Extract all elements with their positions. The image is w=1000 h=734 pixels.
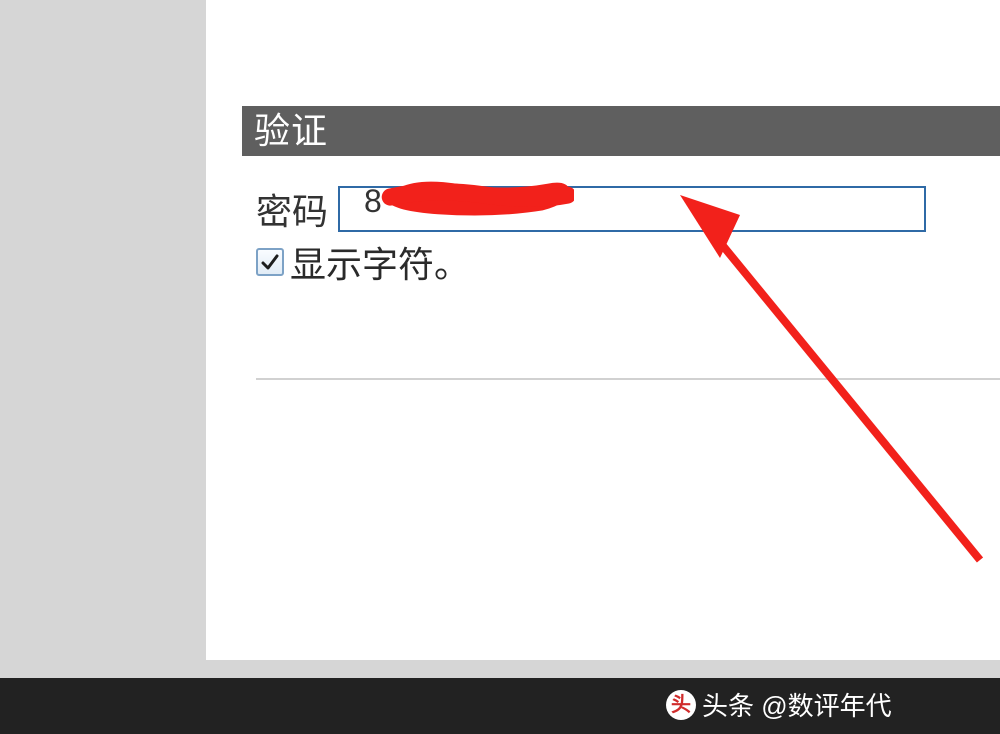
- password-row: 密码: [256, 182, 1000, 236]
- watermark-logo-icon: 头: [666, 690, 696, 720]
- show-characters-checkbox[interactable]: [256, 248, 284, 276]
- content-panel: 验证 密码 8 显示字符。: [242, 0, 1000, 660]
- section-header-authentication: 验证: [242, 106, 1000, 156]
- checkmark-icon: [260, 252, 280, 272]
- password-input[interactable]: [338, 186, 926, 232]
- watermark: 头 头条 @数评年代: [666, 686, 892, 723]
- gutter: [206, 0, 242, 660]
- show-characters-row: 显示字符。: [256, 236, 470, 288]
- watermark-text: 头条 @数评年代: [702, 686, 892, 723]
- password-label: 密码: [256, 183, 328, 235]
- watermark-logo-glyph: 头: [671, 695, 691, 715]
- sidebar-rail: [0, 0, 206, 660]
- footer-light-band: [0, 660, 1000, 678]
- divider: [256, 378, 1000, 380]
- show-characters-label: 显示字符。: [290, 236, 470, 288]
